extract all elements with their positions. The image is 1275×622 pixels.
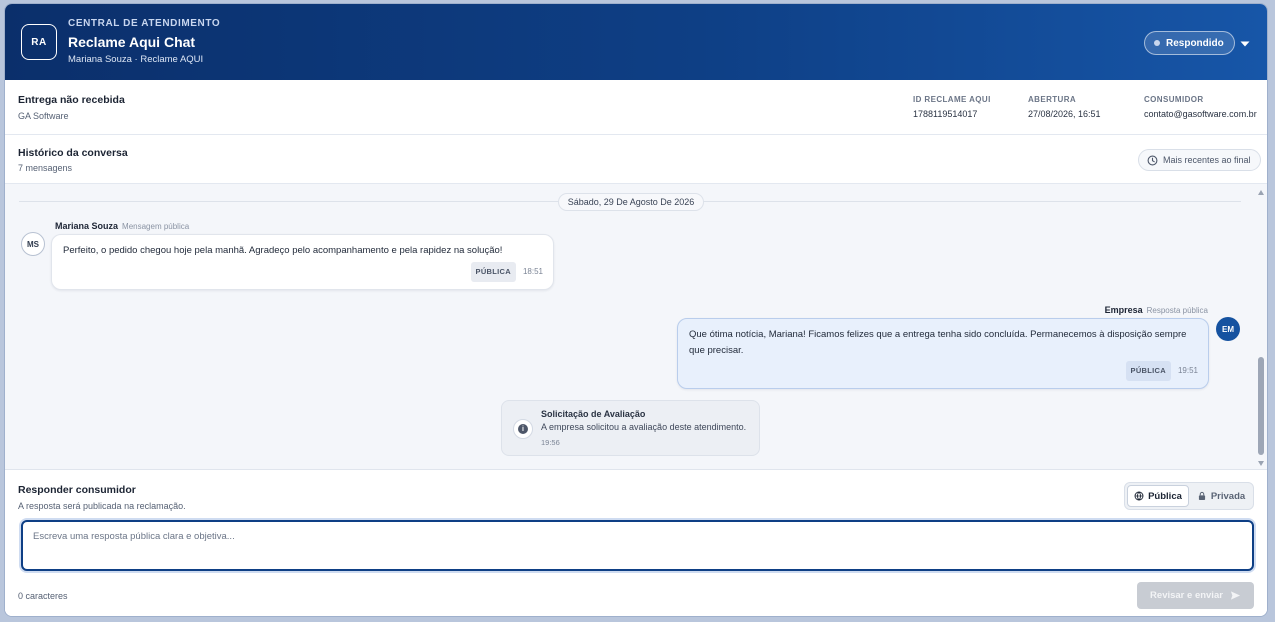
app-header: RA CENTRAL DE ATENDIMENTO Reclame Aqui C…	[5, 4, 1267, 80]
meta-opened: ABERTURA 27/08/2026, 16:51	[1028, 95, 1101, 119]
meta-complaint-id: ID RECLAME AQUI 1788119514017	[913, 95, 991, 119]
sort-order-label: Mais recentes ao final	[1163, 155, 1251, 165]
system-event-title: Solicitação de Avaliação	[541, 409, 646, 419]
reply-textarea[interactable]	[21, 520, 1254, 571]
visibility-badge: PÚBLICA	[470, 262, 516, 282]
reply-title: Responder consumidor	[18, 484, 136, 496]
status-dot-icon	[1154, 40, 1160, 46]
message-count: 7 mensagens	[18, 163, 73, 173]
app-logo: RA	[21, 24, 57, 60]
reply-composer: Responder consumidor A resposta será pub…	[5, 469, 1267, 616]
message-text: Perfeito, o pedido chegou hoje pela manh…	[63, 245, 503, 256]
app-title: Reclame Aqui Chat	[68, 34, 196, 50]
message-text: Que ótima notícia, Mariana! Ficamos feli…	[689, 329, 1187, 356]
sender-name: Empresa	[1104, 305, 1143, 315]
scrollbar[interactable]	[1256, 186, 1266, 468]
complaint-company: GA Software	[18, 111, 69, 121]
globe-icon	[1134, 491, 1144, 501]
review-and-send-button[interactable]: Revisar e enviar	[1137, 582, 1254, 609]
visibility-private-label: Privada	[1210, 490, 1246, 502]
system-event-time: 19:56	[541, 438, 560, 447]
lock-icon	[1198, 492, 1205, 500]
message-footer: PÚBLICA 18:51	[470, 262, 543, 282]
status-label: Respondido	[1166, 37, 1224, 49]
message-sender: Empresa Resposta pública	[1105, 305, 1208, 315]
scroll-down-icon[interactable]	[1258, 461, 1264, 466]
scroll-up-icon[interactable]	[1258, 190, 1264, 195]
visibility-badge: PÚBLICA	[1125, 361, 1171, 381]
system-event-text: A empresa solicitou a avaliação deste at…	[541, 422, 747, 432]
visibility-public-label: Pública	[1148, 490, 1182, 502]
meta-value: 27/08/2026, 16:51	[1028, 109, 1101, 119]
sort-order-button[interactable]: Mais recentes ao final	[1138, 149, 1261, 171]
meta-label: CONSUMIDOR	[1144, 95, 1204, 104]
meta-consumer: CONSUMIDOR contato@gasoftware.com.br	[1144, 95, 1257, 119]
message-time: 19:51	[1177, 366, 1198, 375]
character-count: 0 caracteres	[18, 591, 68, 601]
info-glyph: i	[518, 424, 528, 434]
visibility-toggle: Pública Privada	[1124, 482, 1254, 510]
scrollbar-thumb[interactable]	[1258, 357, 1264, 455]
send-icon	[1230, 591, 1241, 600]
conversation-area[interactable]: Sábado, 29 De Agosto De 2026 MS Mariana …	[5, 184, 1267, 469]
sender-role: Resposta pública	[1146, 306, 1208, 315]
message-bubble-incoming: Perfeito, o pedido chegou hoje pela manh…	[51, 234, 554, 290]
sender-name: Mariana Souza	[55, 221, 119, 231]
meta-value: contato@gasoftware.com.br	[1144, 109, 1257, 119]
meta-value: 1788119514017	[913, 109, 978, 119]
message-sender: Mariana Souza Mensagem pública	[55, 221, 189, 231]
message-bubble-outgoing: Que ótima notícia, Mariana! Ficamos feli…	[677, 318, 1209, 389]
meta-label: ID RECLAME AQUI	[913, 95, 991, 104]
message-footer: PÚBLICA 19:51	[1125, 361, 1198, 381]
send-button-label: Revisar e enviar	[1150, 590, 1223, 601]
visibility-private-option[interactable]: Privada	[1191, 485, 1251, 507]
visibility-public-option[interactable]: Pública	[1127, 485, 1189, 507]
clock-icon	[1147, 155, 1158, 165]
history-header: Histórico da conversa 7 mensagens Mais r…	[5, 135, 1267, 184]
system-event: i Solicitação de Avaliação A empresa sol…	[501, 400, 760, 456]
complaint-info: Entrega não recebida GA Software ID RECL…	[5, 80, 1267, 135]
message-time: 18:51	[522, 267, 543, 276]
reply-subtitle: A resposta será publicada na reclamação.	[18, 501, 186, 511]
complaint-title: Entrega não recebida	[18, 94, 125, 106]
chevron-down-icon[interactable]	[1238, 37, 1252, 51]
chat-window: RA CENTRAL DE ATENDIMENTO Reclame Aqui C…	[4, 3, 1268, 617]
info-icon: i	[513, 419, 533, 439]
sender-role: Mensagem pública	[122, 222, 190, 231]
meta-label: ABERTURA	[1028, 95, 1077, 104]
date-separator: Sábado, 29 De Agosto De 2026	[558, 193, 704, 211]
header-kicker: CENTRAL DE ATENDIMENTO	[68, 18, 221, 29]
status-badge[interactable]: Respondido	[1144, 31, 1235, 55]
avatar: EM	[1216, 317, 1240, 341]
avatar: MS	[21, 232, 45, 256]
history-title: Histórico da conversa	[18, 147, 128, 159]
header-subtitle: Mariana Souza · Reclame AQUI	[68, 54, 204, 65]
